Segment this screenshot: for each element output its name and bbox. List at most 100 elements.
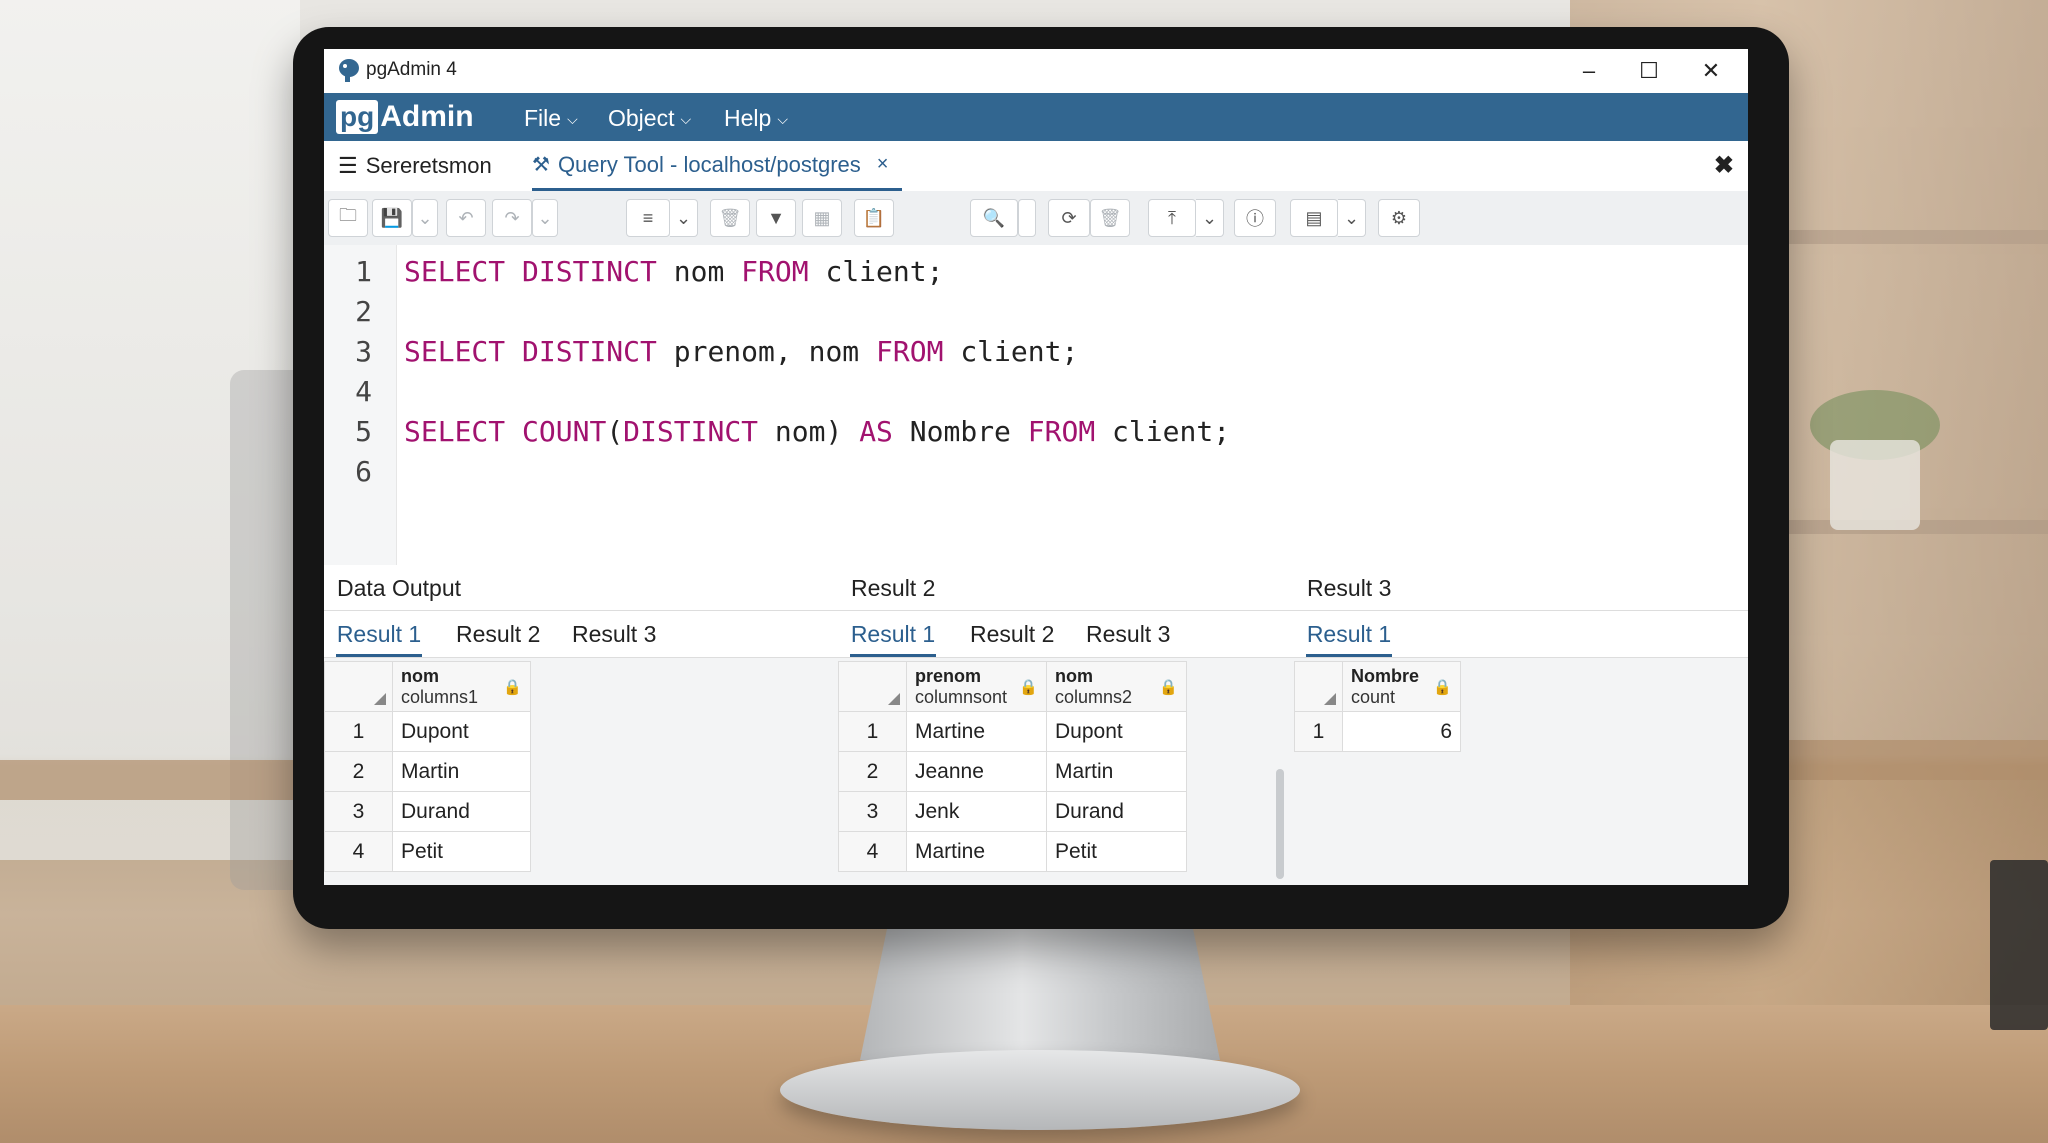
filter-button[interactable]: ▼ — [756, 199, 796, 237]
save-dropdown[interactable]: ⌄ — [412, 199, 438, 237]
grid-button[interactable]: ▦ — [802, 199, 842, 237]
format-button[interactable]: ≡ — [626, 199, 670, 237]
screen: pgAdmin 4 – ☐ ✕ pg Admin File ⌵ Object ⌵… — [324, 49, 1748, 885]
undo-button[interactable]: ↶ — [446, 199, 486, 237]
list-icon: ▤ — [1305, 207, 1323, 228]
paste-button[interactable]: 📋 — [854, 199, 894, 237]
result-tab[interactable]: Result 1 — [336, 611, 422, 657]
folder-icon: 🗀 — [339, 205, 357, 225]
view-button[interactable]: ▤ — [1290, 199, 1338, 237]
sql-keyword: FROM — [741, 255, 809, 288]
result-tabs: Result 1 Result 2 Result 3 — [324, 611, 839, 658]
cell[interactable]: Petit — [1046, 831, 1187, 872]
zoom-button[interactable]: 🔍 — [970, 199, 1018, 237]
line-number: 1 — [355, 255, 372, 288]
clear-button[interactable]: 🗑 — [1090, 199, 1130, 237]
maximize-button[interactable]: ☐ — [1616, 49, 1682, 93]
cell[interactable]: Durand — [1046, 791, 1187, 832]
minimize-button[interactable]: – — [1556, 49, 1622, 93]
save-button[interactable]: 💾 — [372, 199, 412, 237]
column-header[interactable]: nom columns1 🔒 — [392, 661, 531, 712]
table-row[interactable]: 1 Martine Dupont — [838, 711, 1187, 752]
format-dropdown[interactable]: ⌄ — [670, 199, 698, 237]
sql-editor[interactable]: 1 2 3 4 5 6 SELECT DISTINCT nom FROM cli… — [324, 245, 1748, 566]
column-header[interactable]: Nombre count 🔒 — [1342, 661, 1461, 712]
cell[interactable]: 6 — [1342, 711, 1461, 752]
open-file-button[interactable]: 🗀 — [328, 199, 368, 237]
result-tab[interactable]: Result 2 — [456, 611, 540, 657]
cell[interactable]: Martine — [906, 831, 1047, 872]
gear-icon: ⚙ — [1390, 207, 1408, 228]
cell[interactable]: Martin — [392, 751, 531, 792]
grid-header-row: prenom columnsont 🔒 nom columns2 🔒 — [838, 661, 1187, 712]
close-window-button[interactable]: ✕ — [1678, 49, 1744, 93]
lock-icon: 🔒 — [1159, 679, 1178, 696]
table-row[interactable]: 2 Martin — [324, 751, 531, 792]
download-dropdown[interactable]: ⌄ — [1196, 199, 1224, 237]
vertical-scrollbar[interactable] — [1276, 769, 1284, 879]
lock-icon: 🔒 — [503, 679, 522, 696]
line-number: 5 — [355, 415, 372, 448]
query-tool-icon: ⚒ — [532, 154, 550, 176]
download-button[interactable]: ⤒ — [1148, 199, 1196, 237]
result-tab[interactable]: Result 1 — [850, 611, 936, 657]
row-number: 4 — [838, 831, 907, 872]
menu-object[interactable]: Object ⌵ — [608, 105, 691, 132]
column-header[interactable]: prenom columnsont 🔒 — [906, 661, 1047, 712]
table-row[interactable]: 4 Petit — [324, 831, 531, 872]
menu-file[interactable]: File ⌵ — [524, 105, 578, 132]
close-tab-icon[interactable]: × — [877, 153, 889, 176]
upload-icon: ⤒ — [1168, 207, 1176, 228]
trash-icon: 🗑 — [718, 207, 742, 228]
table-row[interactable]: 1 Dupont — [324, 711, 531, 752]
column-header[interactable]: nom columns2 🔒 — [1046, 661, 1187, 712]
grid-corner[interactable] — [838, 661, 907, 712]
grid-corner[interactable] — [324, 661, 393, 712]
redo-button[interactable]: ↷ — [492, 199, 532, 237]
row-number: 1 — [324, 711, 393, 752]
undo-icon: ↶ — [458, 207, 474, 228]
tab-query-tool[interactable]: ⚒ Query Tool - localhost/postgres × — [532, 141, 903, 191]
chevron-down-icon: ⌄ — [1343, 207, 1360, 228]
cell[interactable]: Petit — [392, 831, 531, 872]
result-tab[interactable]: Result 3 — [572, 611, 656, 657]
tab-server-label: Sereretsmon — [365, 153, 492, 178]
tab-server[interactable]: ☰ Sereretsmon — [338, 141, 492, 191]
cell[interactable]: Dupont — [392, 711, 531, 752]
view-dropdown[interactable]: ⌄ — [1338, 199, 1366, 237]
cell[interactable]: Martine — [906, 711, 1047, 752]
cell[interactable]: Dupont — [1046, 711, 1187, 752]
explain-button[interactable]: ⓘ — [1234, 199, 1276, 237]
result-tab[interactable]: Result 2 — [970, 611, 1054, 657]
close-icon[interactable]: ✖ — [1714, 151, 1734, 180]
delete-button[interactable]: 🗑 — [710, 199, 750, 237]
redo-dropdown[interactable]: ⌄ — [532, 199, 558, 237]
cell[interactable]: Jeanne — [906, 751, 1047, 792]
sql-text: nom) — [758, 415, 860, 448]
row-number: 2 — [324, 751, 393, 792]
result-tab[interactable]: Result 3 — [1086, 611, 1170, 657]
menu-object-label: Object — [608, 105, 675, 131]
grid-corner[interactable] — [1294, 661, 1343, 712]
table-row[interactable]: 3 Jenk Durand — [838, 791, 1187, 832]
cell[interactable]: Martin — [1046, 751, 1187, 792]
sql-keyword: AS — [859, 415, 893, 448]
code-line-1: SELECT DISTINCT nom FROM client; — [404, 255, 943, 288]
menu-help[interactable]: Help ⌵ — [724, 105, 788, 132]
monitor-base — [780, 1050, 1300, 1130]
elephant-icon — [339, 59, 359, 82]
result-grid: Nombre count 🔒 16 — [1294, 661, 1461, 752]
cell[interactable]: Jenk — [906, 791, 1047, 832]
align-left-icon: ≡ — [642, 207, 654, 228]
table-row[interactable]: 4 Martine Petit — [838, 831, 1187, 872]
refresh-button[interactable]: ⟳ — [1048, 199, 1090, 237]
settings-button[interactable]: ⚙ — [1378, 199, 1420, 237]
table-row[interactable]: 3 Durand — [324, 791, 531, 832]
line-number: 4 — [355, 375, 372, 408]
table-row[interactable]: 16 — [1294, 711, 1461, 752]
result-tab[interactable]: Result 1 — [1306, 611, 1392, 657]
sql-text: Nombre — [892, 415, 1028, 448]
lock-icon: 🔒 — [1019, 679, 1038, 696]
table-row[interactable]: 2 Jeanne Martin — [838, 751, 1187, 792]
cell[interactable]: Durand — [392, 791, 531, 832]
